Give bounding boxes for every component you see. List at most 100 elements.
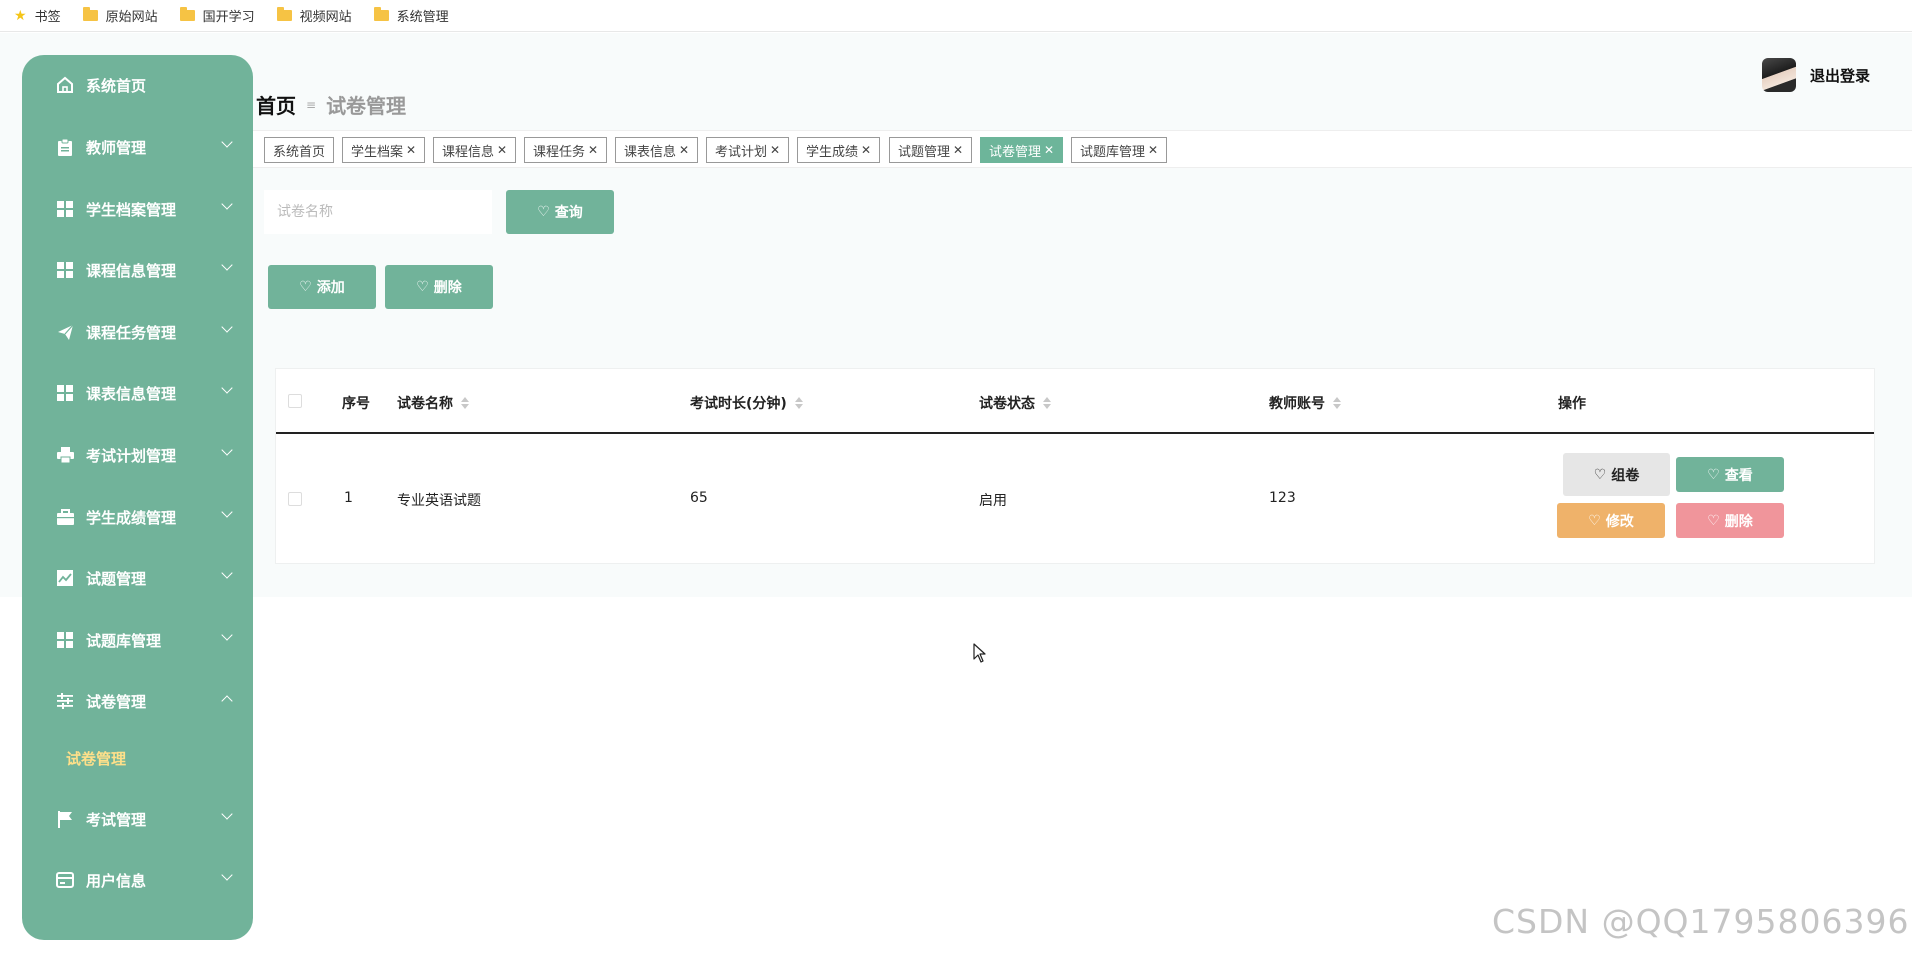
sidebar-item-label: 学生档案管理 — [86, 200, 177, 219]
mouse-cursor-icon — [973, 643, 986, 663]
column-header-name[interactable]: 试卷名称 — [397, 393, 469, 413]
chevron-down-icon — [221, 869, 233, 881]
page-title: 试卷管理 — [326, 94, 407, 118]
chevron-down-icon — [221, 506, 233, 518]
search-button[interactable]: ♡ 查询 — [506, 190, 614, 234]
tab-course-task[interactable]: 课程任务 ✕ — [524, 137, 608, 163]
bookmark-item[interactable]: 视频网站 — [276, 6, 352, 25]
close-icon[interactable]: ✕ — [406, 143, 416, 157]
bookmark-label: 国开学习 — [202, 10, 255, 25]
compose-button[interactable]: ♡ 组卷 — [1563, 453, 1670, 496]
tab-student-archive[interactable]: 学生档案 ✕ — [342, 137, 426, 163]
delete-button[interactable]: ♡ 删除 — [385, 265, 493, 309]
breadcrumb-separator: ≡ — [306, 97, 317, 112]
tab-label: 试题管理 — [898, 144, 951, 160]
sidebar-item-label: 考试计划管理 — [86, 446, 177, 465]
close-icon[interactable]: ✕ — [497, 143, 507, 157]
add-button[interactable]: ♡ 添加 — [268, 265, 376, 309]
send-icon — [56, 323, 74, 341]
search-button-label: 查询 — [554, 205, 583, 221]
card-icon — [56, 871, 74, 889]
tab-grades[interactable]: 学生成绩 ✕ — [797, 137, 881, 163]
tab-course-info[interactable]: 课程信息 ✕ — [433, 137, 517, 163]
sort-icon[interactable] — [1333, 397, 1341, 409]
sidebar-item-student-archive[interactable]: 学生档案管理 — [22, 187, 253, 231]
tab-exam-plan[interactable]: 考试计划 ✕ — [706, 137, 790, 163]
sidebar-item-label: 试题库管理 — [86, 631, 162, 650]
chevron-down-icon — [221, 808, 233, 820]
folder-icon — [179, 7, 195, 21]
sidebar-item-paper[interactable]: 试卷管理 — [22, 679, 253, 723]
sidebar-item-course-info[interactable]: 课程信息管理 — [22, 248, 253, 292]
bookmark-label: 书签 — [34, 10, 61, 25]
sidebar-item-schedule[interactable]: 课表信息管理 — [22, 371, 253, 415]
sidebar-item-home[interactable]: 系统首页 — [22, 63, 253, 107]
sort-icon[interactable] — [794, 397, 803, 409]
sidebar-subitem-paper[interactable]: 试卷管理 — [66, 748, 126, 769]
sidebar-item-label: 试卷管理 — [86, 692, 147, 711]
close-icon[interactable]: ✕ — [770, 143, 780, 157]
close-icon[interactable]: ✕ — [588, 143, 598, 157]
bookmark-label: 视频网站 — [299, 10, 352, 25]
sidebar-item-exam-plan[interactable]: 考试计划管理 — [22, 433, 253, 477]
sidebar-item-teacher[interactable]: 教师管理 — [22, 125, 253, 169]
sort-icon[interactable] — [461, 397, 469, 409]
column-header-teacher[interactable]: 教师账号 — [1269, 393, 1341, 413]
bookmark-item[interactable]: 原始网站 — [82, 6, 158, 25]
close-icon[interactable]: ✕ — [1044, 143, 1054, 157]
briefcase-icon — [56, 508, 74, 526]
sidebar-item-label: 课程信息管理 — [86, 261, 177, 280]
cell-duration: 65 — [690, 490, 708, 506]
grid-icon — [56, 200, 74, 218]
chevron-down-icon — [221, 567, 233, 579]
chart-icon — [56, 569, 74, 587]
sidebar-item-exam[interactable]: 考试管理 — [22, 797, 253, 841]
sidebar-item-label: 试题管理 — [86, 569, 147, 588]
bookmark-item[interactable]: ★ 书签 — [14, 6, 61, 26]
grid-icon — [56, 261, 74, 279]
close-icon[interactable]: ✕ — [679, 143, 689, 157]
tab-label: 考试计划 — [715, 144, 768, 160]
tab-question[interactable]: 试题管理 ✕ — [889, 137, 973, 163]
column-header-duration[interactable]: 考试时长(分钟) — [690, 393, 803, 413]
logout-button[interactable]: 退出登录 — [1810, 65, 1870, 86]
close-icon[interactable]: ✕ — [953, 143, 963, 157]
chevron-down-icon — [221, 444, 233, 456]
printer-icon — [56, 446, 74, 464]
tab-question-bank[interactable]: 试题库管理 ✕ — [1071, 137, 1168, 163]
search-input[interactable] — [264, 190, 492, 234]
sidebar-item-user-info[interactable]: 用户信息 — [22, 858, 253, 902]
column-label: 教师账号 — [1269, 396, 1325, 412]
bookmark-item[interactable]: 国开学习 — [179, 6, 255, 25]
cell-index: 1 — [344, 490, 353, 506]
row-checkbox[interactable] — [288, 492, 302, 506]
column-label: 考试时长(分钟) — [690, 396, 787, 412]
sidebar-item-grades[interactable]: 学生成绩管理 — [22, 495, 253, 539]
close-icon[interactable]: ✕ — [1148, 143, 1158, 157]
select-all-checkbox[interactable] — [288, 394, 302, 408]
column-header-status[interactable]: 试卷状态 — [979, 393, 1051, 413]
row-delete-button-label: 删除 — [1724, 513, 1753, 530]
edit-button[interactable]: ♡ 修改 — [1557, 503, 1665, 538]
close-icon[interactable]: ✕ — [861, 143, 871, 157]
avatar[interactable] — [1762, 58, 1796, 92]
sort-icon[interactable] — [1043, 397, 1051, 409]
sidebar-item-label: 教师管理 — [86, 138, 147, 157]
folder-icon — [82, 7, 98, 21]
sidebar-item-label: 系统首页 — [86, 76, 147, 95]
tab-paper[interactable]: 试卷管理 ✕ — [980, 137, 1064, 163]
sidebar-item-question[interactable]: 试题管理 — [22, 556, 253, 600]
sliders-icon — [56, 692, 74, 710]
column-label: 操作 — [1558, 396, 1586, 412]
breadcrumb-home[interactable]: 首页 — [256, 90, 296, 119]
tab-schedule[interactable]: 课表信息 ✕ — [615, 137, 699, 163]
tab-home[interactable]: 系统首页 — [264, 137, 335, 163]
clipboard-icon — [56, 138, 74, 156]
sidebar-item-question-bank[interactable]: 试题库管理 — [22, 618, 253, 662]
sidebar-item-course-task[interactable]: 课程任务管理 — [22, 310, 253, 354]
sidebar-item-label: 课程任务管理 — [86, 323, 177, 342]
sidebar: 系统首页 教师管理 学生档案管理 课程信息管理 课程任务管理 课表信息管理 考试… — [22, 55, 253, 940]
view-button[interactable]: ♡ 查看 — [1676, 457, 1784, 492]
bookmark-item[interactable]: 系统管理 — [373, 6, 449, 25]
row-delete-button[interactable]: ♡ 删除 — [1676, 503, 1784, 538]
